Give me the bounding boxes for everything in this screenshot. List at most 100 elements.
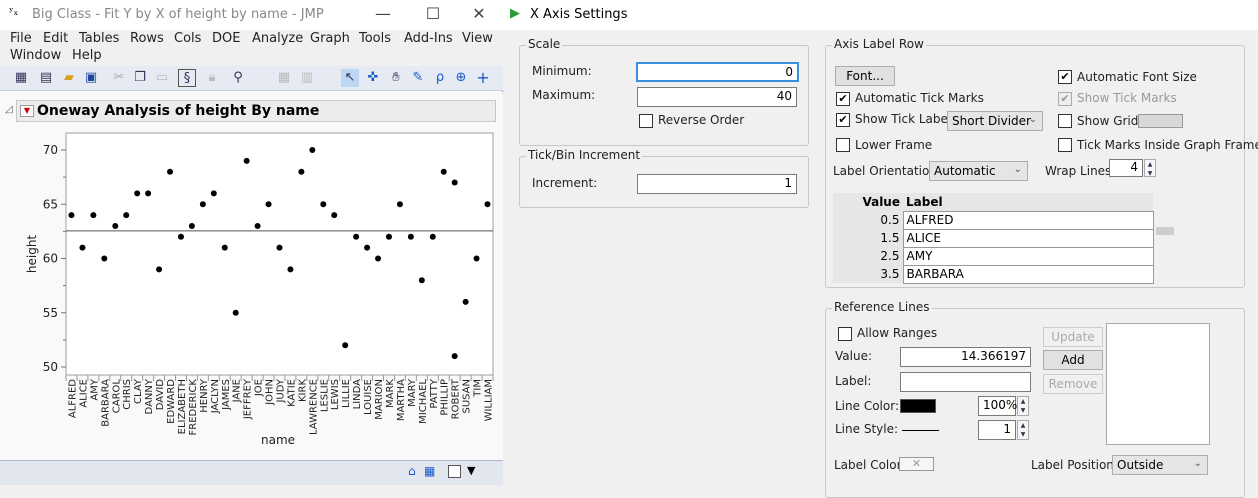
dropdown-arrow-icon[interactable]: ▼ [467, 464, 475, 477]
menu-cols[interactable]: Cols [174, 31, 201, 46]
menu-file[interactable]: File [10, 31, 32, 46]
show-grid-checkbox[interactable] [1058, 114, 1072, 128]
brush-tool-icon[interactable]: ✎ [409, 69, 427, 87]
row-label-cell[interactable]: ALFRED [902, 210, 1154, 230]
line-color-label: Line Color: [835, 399, 899, 413]
menu-edit[interactable]: Edit [43, 31, 68, 46]
maximum-input[interactable]: 40 [637, 87, 797, 107]
menu-analyze[interactable]: Analyze [252, 31, 303, 46]
data-point [68, 212, 75, 219]
x-tick-label: LAWRENCE [308, 379, 319, 435]
row-label-cell[interactable]: ALICE [902, 228, 1154, 248]
close-button[interactable]: ✕ [464, 4, 494, 23]
data-point [134, 190, 141, 197]
wrap-lines-label: Wrap Lines [1045, 164, 1112, 178]
wrap-lines-input[interactable]: 4 [1109, 159, 1143, 177]
menu-help[interactable]: Help [72, 48, 102, 63]
data-point [320, 201, 327, 208]
automatic-tick-marks-label: Automatic Tick Marks [855, 91, 984, 105]
crosshair-tool-icon[interactable]: ✜ [364, 69, 382, 87]
line-width-input[interactable]: 1 [978, 420, 1016, 440]
automatic-tick-marks-checkbox[interactable]: ✔ [836, 92, 850, 106]
menu-window[interactable]: Window [10, 48, 61, 63]
data-point [254, 222, 261, 229]
disclosure-triangle-icon[interactable]: ◿ [5, 104, 13, 115]
zoom-tool-icon[interactable]: ⊕ [452, 69, 470, 87]
update-button[interactable]: Update [1043, 327, 1103, 347]
chevron-down-icon: ⌄ [1193, 458, 1202, 469]
x-tick-label: HENRY [199, 378, 210, 413]
show-tick-marks-checkbox[interactable]: ✔ [1058, 92, 1072, 106]
row-label-cell[interactable]: BARBARA [902, 264, 1154, 284]
menu-doe[interactable]: DOE [212, 31, 240, 46]
red-triangle-menu-icon[interactable]: ▼ [20, 105, 34, 117]
add-button[interactable]: Add [1043, 350, 1103, 370]
hand-tool-icon[interactable]: ✋︎ [387, 69, 405, 87]
lasso-tool-icon[interactable]: ρ [431, 69, 449, 87]
x-tick-label: MARION [374, 379, 385, 420]
row-label-cell[interactable]: AMY [902, 246, 1154, 266]
new-script-icon[interactable]: ▤ [37, 69, 55, 87]
cut-icon[interactable]: ✂ [110, 69, 128, 87]
table-scrollbar[interactable] [1156, 211, 1174, 283]
tick-marks-inside-checkbox[interactable] [1058, 138, 1072, 152]
annotate-tool-icon[interactable]: + [474, 69, 492, 87]
divider-select[interactable]: Short Divider ⌄ [947, 111, 1043, 131]
data-point [451, 179, 458, 186]
menu-bar: File Edit Tables Rows Cols DOE Analyze G… [0, 30, 503, 66]
layout-icon[interactable]: ▦ [275, 69, 293, 87]
data-filter-icon[interactable]: § [178, 69, 196, 87]
arrow-tool-icon[interactable]: ↖ [341, 69, 359, 87]
search-icon[interactable]: ⚲ [229, 69, 247, 87]
opacity-spinner[interactable]: ▲ ▼ [1017, 396, 1029, 416]
data-point [309, 147, 316, 153]
new-data-table-icon[interactable]: ▦ [12, 69, 30, 87]
lock-icon[interactable]: 🔒︎ [203, 69, 221, 87]
line-style-preview[interactable] [902, 430, 939, 431]
save-icon[interactable]: ▣ [82, 69, 100, 87]
menu-tools[interactable]: Tools [359, 31, 391, 46]
home-icon[interactable]: ⌂ [408, 464, 416, 478]
label-color-swatch[interactable]: ✕ [899, 457, 934, 471]
x-tick-label: JACLYN [210, 379, 221, 414]
lower-frame-checkbox[interactable] [836, 138, 850, 152]
x-tick-label: LINDA [352, 379, 363, 410]
table-icon[interactable]: ▦ [424, 464, 435, 478]
automatic-font-size-checkbox[interactable]: ✔ [1058, 70, 1072, 84]
paste-icon[interactable]: ▭ [153, 69, 171, 87]
reference-value-input[interactable]: 14.366197 [900, 347, 1031, 367]
remove-button[interactable]: Remove [1043, 374, 1103, 394]
label-orientation-value: Automatic [934, 164, 996, 178]
font-button[interactable]: Font... [835, 66, 895, 86]
reference-label-input[interactable] [900, 372, 1031, 392]
window-list-box[interactable] [448, 465, 461, 478]
menu-tables[interactable]: Tables [79, 31, 119, 46]
menu-view[interactable]: View [462, 31, 493, 46]
allow-ranges-checkbox[interactable] [838, 327, 852, 341]
line-color-swatch[interactable] [900, 399, 936, 413]
show-tick-labels-checkbox[interactable]: ✔ [836, 113, 850, 127]
maximize-button[interactable]: ☐ [418, 4, 448, 23]
reference-lines-list[interactable] [1106, 323, 1210, 445]
align-icon[interactable]: ▥ [298, 69, 316, 87]
grid-color-swatch[interactable] [1138, 114, 1183, 128]
increment-input[interactable]: 1 [637, 174, 797, 194]
reverse-order-checkbox[interactable] [639, 114, 653, 128]
menu-graph[interactable]: Graph [310, 31, 350, 46]
label-position-select[interactable]: Outside ⌄ [1112, 455, 1208, 475]
increment-label: Increment: [532, 176, 598, 190]
copy-icon[interactable]: ❐ [131, 69, 149, 87]
chevron-down-icon: ⌄ [1013, 164, 1022, 175]
axis-label-row-group: Axis Label Row Font... ✔ Automatic Tick … [825, 37, 1258, 288]
menu-add-ins[interactable]: Add-Ins [404, 31, 453, 46]
line-width-spinner[interactable]: ▲ ▼ [1017, 420, 1029, 440]
y-tick-label: 65 [43, 197, 58, 211]
minimize-button[interactable]: — [368, 4, 398, 23]
open-folder-icon[interactable]: ▰ [60, 69, 78, 87]
menu-rows[interactable]: Rows [130, 31, 164, 46]
minimum-input[interactable]: 0 [636, 62, 799, 82]
wrap-lines-spinner[interactable]: ▲ ▼ [1144, 159, 1156, 177]
scrollbar-thumb[interactable] [1156, 227, 1174, 235]
label-orientation-select[interactable]: Automatic ⌄ [929, 161, 1028, 181]
opacity-input[interactable]: 100% [978, 396, 1017, 416]
